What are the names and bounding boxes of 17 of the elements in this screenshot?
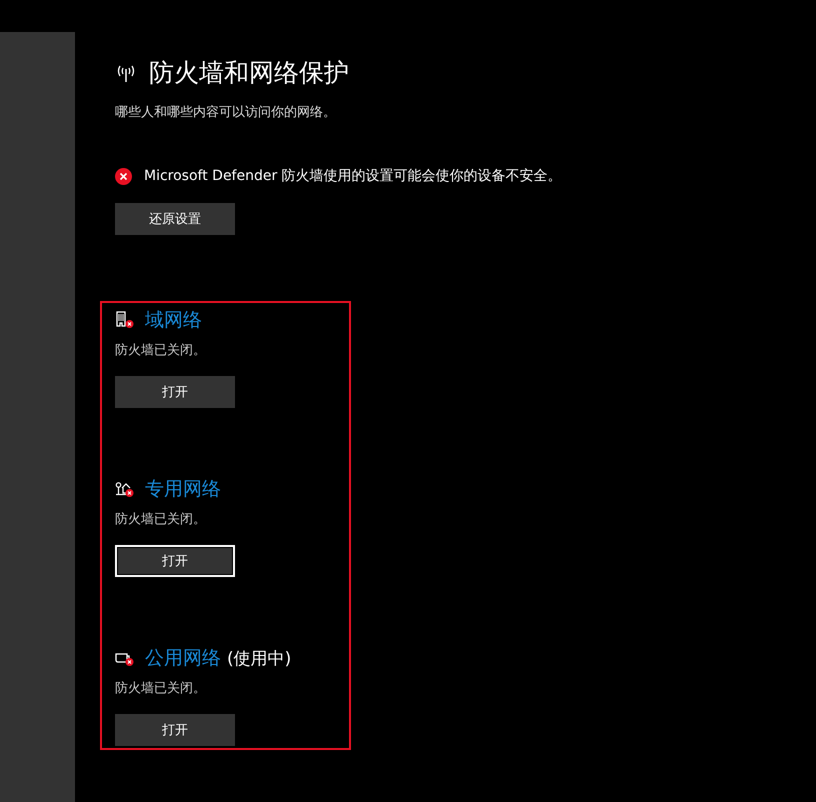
turn-on-button[interactable]: 打开 xyxy=(115,714,235,746)
firewall-status: 防火墙已关闭。 xyxy=(115,511,207,528)
network-name[interactable]: 专用网络 xyxy=(145,476,221,502)
page-subtitle: 哪些人和哪些内容可以访问你的网络。 xyxy=(115,104,336,121)
error-icon xyxy=(115,168,132,184)
building-icon xyxy=(115,311,135,329)
house-icon xyxy=(115,480,135,498)
page-title: 防火墙和网络保护 xyxy=(149,57,349,89)
warning-message: Microsoft Defender 防火墙使用的设置可能会使你的设备不安全。 xyxy=(144,167,562,185)
turn-on-button[interactable]: 打开 xyxy=(115,376,235,408)
network-name[interactable]: 域网络 xyxy=(145,307,202,333)
turn-on-button[interactable]: 打开 xyxy=(115,545,235,577)
network-name[interactable]: 公用网络 xyxy=(145,645,221,671)
firewall-status: 防火墙已关闭。 xyxy=(115,680,207,697)
firewall-status: 防火墙已关闭。 xyxy=(115,342,207,359)
restore-settings-button[interactable]: 还原设置 xyxy=(115,203,235,235)
in-use-label: (使用中) xyxy=(227,648,292,670)
